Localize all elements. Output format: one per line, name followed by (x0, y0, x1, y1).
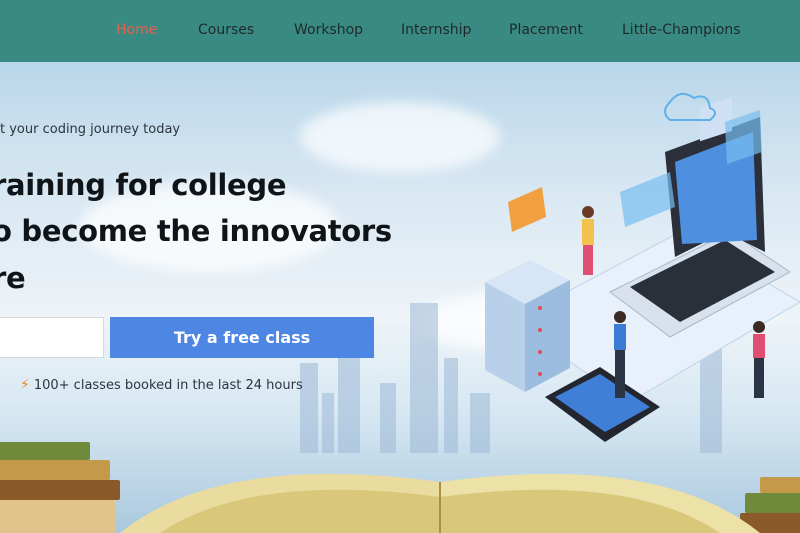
person-head (582, 206, 594, 218)
hero-headline-line-2: o become the innovators (0, 214, 392, 248)
booking-stat: ⚡ 100+ classes booked in the last 24 hou… (20, 377, 303, 393)
server-led (538, 306, 542, 310)
book (0, 460, 110, 480)
person-head (753, 321, 765, 333)
nav-little-champions-link[interactable]: Little-Champions (622, 22, 741, 38)
server-led (538, 328, 542, 332)
try-free-class-button[interactable]: Try a free class (110, 317, 374, 358)
signup-input[interactable] (0, 317, 104, 358)
floating-panel (620, 172, 675, 227)
hero-headline-line-3: re (0, 261, 26, 295)
envelope-icon (508, 187, 546, 232)
person-body (582, 219, 594, 245)
person-legs (754, 358, 764, 398)
hero-tagline: t your coding journey today (0, 122, 181, 137)
book (760, 477, 800, 493)
open-book (120, 473, 760, 533)
lightning-icon: ⚡ (20, 377, 30, 393)
person-body (753, 334, 765, 358)
book (0, 442, 90, 460)
nav-workshop-link[interactable]: Workshop (294, 22, 363, 38)
booking-stat-text: 100+ classes booked in the last 24 hours (33, 377, 303, 393)
tech-illustration (485, 92, 800, 442)
book (0, 500, 115, 533)
person-body (614, 324, 626, 350)
book (0, 480, 120, 500)
server-led (538, 350, 542, 354)
nav-courses-link[interactable]: Courses (198, 22, 254, 38)
server-led (538, 372, 542, 376)
person-head (614, 311, 626, 323)
hero-banner: t your coding journey today raining for … (0, 62, 800, 533)
nav-home-link[interactable]: Home (116, 22, 157, 38)
nav-internship-link[interactable]: Internship (401, 22, 471, 38)
person-legs (615, 350, 625, 398)
person-legs (583, 245, 593, 275)
nav-placement-link[interactable]: Placement (509, 22, 583, 38)
hero-headline-line-1: raining for college (0, 168, 287, 202)
top-navbar: Home Courses Workshop Internship Placeme… (0, 0, 800, 62)
